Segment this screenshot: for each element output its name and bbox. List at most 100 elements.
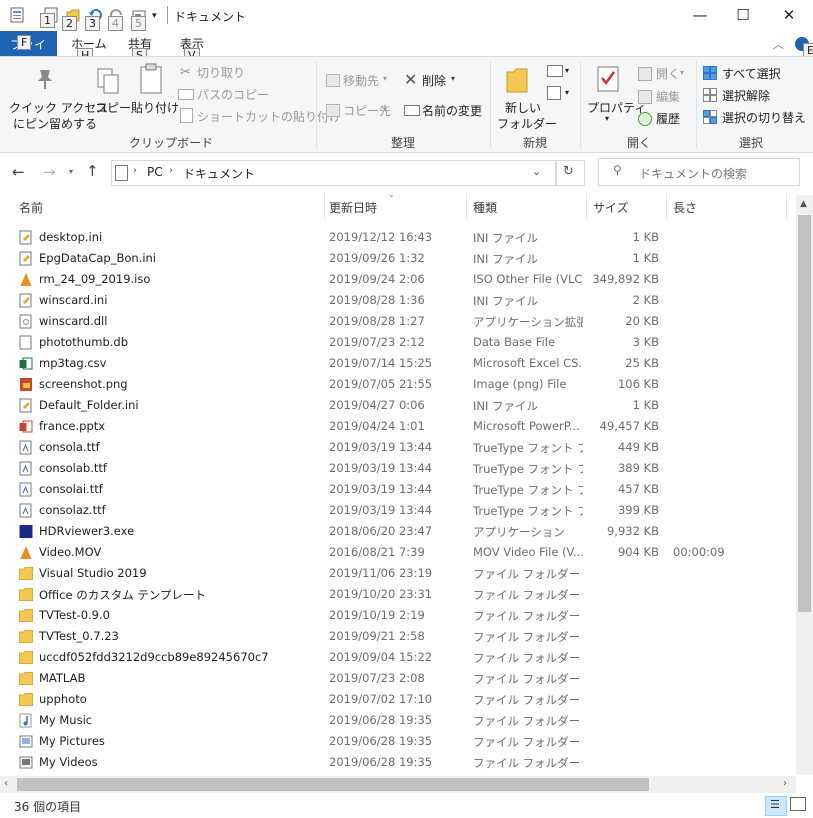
cut-button[interactable]: 切り取り: [197, 64, 245, 81]
file-row[interactable]: Default_Folder.ini 2019/04/27 0:06 INI ファイ…: [0, 395, 796, 416]
horizontal-scrollbar[interactable]: ‹ ›: [0, 776, 796, 793]
file-name[interactable]: winscard.ini: [39, 293, 324, 307]
delete-dropdown-icon[interactable]: ▾: [451, 74, 455, 83]
folder-properties-icon[interactable]: [10, 7, 24, 23]
file-row[interactable]: EpgDataCap_Bon.ini 2019/09/26 1:32 INI ファイ…: [0, 248, 796, 269]
scroll-up-icon[interactable]: ▲: [800, 199, 807, 209]
file-name[interactable]: consolaz.ttf: [39, 503, 324, 517]
file-row[interactable]: consolab.ttf 2019/03/19 13:44 TrueType フォン…: [0, 458, 796, 479]
column-divider[interactable]: [586, 193, 587, 219]
select-none-button[interactable]: 選択解除: [722, 87, 770, 104]
file-name[interactable]: uccdf052fdd3212d9ccb89e89245670c7: [39, 650, 324, 664]
move-to-button[interactable]: 移動先: [343, 72, 379, 89]
folder-row[interactable]: upphoto 2019/07/02 17:10 ファイル フォルダー: [0, 689, 796, 710]
copy-button[interactable]: コピー: [95, 99, 131, 116]
file-name[interactable]: Visual Studio 2019: [39, 566, 324, 580]
file-row[interactable]: desktop.ini 2019/12/12 16:43 INI ファイル 1 KB: [0, 227, 796, 248]
forward-icon[interactable]: →: [43, 163, 56, 181]
new-folder-label-1[interactable]: 新しい: [505, 99, 541, 116]
paste-button[interactable]: 貼り付け: [131, 99, 179, 116]
new-folder-label-2[interactable]: フォルダー: [497, 115, 557, 132]
file-name[interactable]: Video.MOV: [39, 545, 324, 559]
refresh-button[interactable]: ↻: [555, 160, 585, 186]
file-name[interactable]: upphoto: [39, 692, 324, 706]
file-name[interactable]: My Pictures: [39, 734, 324, 748]
column-divider[interactable]: [324, 193, 325, 219]
file-name[interactable]: photothumb.db: [39, 335, 324, 349]
address-bar[interactable]: › PC › ドキュメント ⌄: [111, 160, 557, 186]
folder-row[interactable]: TVTest_0.7.23 2019/09/21 2:58 ファイル フォルダー: [0, 626, 796, 647]
address-history-chevron-down-icon[interactable]: ⌄: [532, 165, 541, 178]
properties-dropdown-icon[interactable]: ▾: [605, 114, 609, 123]
back-icon[interactable]: ←: [12, 163, 25, 181]
file-name[interactable]: desktop.ini: [39, 230, 324, 244]
rename-button[interactable]: 名前の変更: [422, 102, 482, 119]
file-row[interactable]: mp3tag.csv 2019/07/14 15:25 Microsoft Exce…: [0, 353, 796, 374]
copy-path-button[interactable]: パスのコピー: [197, 86, 269, 103]
new-item-icon[interactable]: [547, 65, 563, 77]
recent-locations-icon[interactable]: ▾: [69, 167, 73, 176]
column-header-length[interactable]: 長さ: [673, 199, 697, 216]
file-name[interactable]: consolai.ttf: [39, 482, 324, 496]
file-row[interactable]: consolaz.ttf 2019/03/19 13:44 TrueType フォン…: [0, 500, 796, 521]
file-name[interactable]: Office のカスタム テンプレート: [39, 587, 324, 603]
edit-button[interactable]: 編集: [656, 88, 680, 105]
column-divider[interactable]: [786, 193, 787, 219]
search-box[interactable]: ⚲ ドキュメントの検索: [598, 158, 800, 186]
open-button[interactable]: 開く: [656, 65, 680, 82]
move-to-dropdown-icon[interactable]: ▾: [383, 74, 387, 83]
column-divider[interactable]: [466, 193, 467, 219]
minimize-button[interactable]: —: [677, 0, 723, 31]
search-input[interactable]: ドキュメントの検索: [639, 165, 747, 182]
vertical-scroll-thumb[interactable]: [798, 215, 811, 612]
file-row[interactable]: My Music 2019/06/28 19:35 ファイル フォルダー: [0, 710, 796, 731]
file-name[interactable]: MATLAB: [39, 671, 324, 685]
file-row[interactable]: My Pictures 2019/06/28 19:35 ファイル フォルダー: [0, 731, 796, 752]
folder-row[interactable]: uccdf052fdd3212d9ccb89e89245670c7 2019/09…: [0, 647, 796, 668]
file-row[interactable]: photothumb.db 2019/07/23 2:12 Data Base Fi…: [0, 332, 796, 353]
file-row[interactable]: HDRviewer3.exe 2018/06/20 23:47 アプリケーション 9,…: [0, 521, 796, 542]
collapse-ribbon-icon[interactable]: ︿: [773, 36, 784, 52]
file-name[interactable]: EpgDataCap_Bon.ini: [39, 251, 324, 265]
file-row[interactable]: winscard.dll 2019/08/28 1:27 アプリケーション拡張 20 …: [0, 311, 796, 332]
customize-quick-access-icon[interactable]: ▾: [152, 11, 157, 21]
easy-access-dropdown-icon[interactable]: ▾: [565, 88, 569, 97]
file-name[interactable]: winscard.dll: [39, 314, 324, 328]
file-name[interactable]: mp3tag.csv: [39, 356, 324, 370]
folder-row[interactable]: Office のカスタム テンプレート 2019/10/20 23:31 ファイル …: [0, 584, 796, 605]
vertical-scrollbar[interactable]: ▲: [796, 195, 813, 775]
column-header-name[interactable]: 名前: [19, 199, 43, 216]
file-name[interactable]: My Music: [39, 713, 324, 727]
up-icon[interactable]: ↑: [86, 162, 99, 180]
file-name[interactable]: My Videos: [39, 755, 324, 769]
file-name[interactable]: screenshot.png: [39, 377, 324, 391]
column-header-type[interactable]: 種類: [473, 199, 497, 216]
select-all-button[interactable]: すべて選択: [722, 65, 781, 82]
invert-selection-button[interactable]: 選択の切り替え: [722, 109, 806, 126]
open-dropdown-icon[interactable]: ▾: [680, 68, 684, 77]
tab-file[interactable]: ファイル F: [0, 31, 57, 69]
file-name[interactable]: TVTest_0.7.23: [39, 629, 324, 643]
file-row[interactable]: rm_24_09_2019.iso 2019/09/24 2:06 ISO Othe…: [0, 269, 796, 290]
file-name[interactable]: rm_24_09_2019.iso: [39, 272, 324, 286]
horizontal-scroll-thumb[interactable]: [17, 778, 649, 791]
breadcrumb-documents[interactable]: ドキュメント: [183, 165, 255, 182]
close-button[interactable]: ✕: [766, 0, 812, 31]
folder-row[interactable]: TVTest-0.9.0 2019/10/19 2:19 ファイル フォルダー: [0, 605, 796, 626]
file-row[interactable]: My Videos 2019/06/28 19:35 ファイル フォルダー: [0, 752, 796, 773]
file-name[interactable]: TVTest-0.9.0: [39, 608, 324, 622]
copy-to-dropdown-icon[interactable]: ▾: [383, 105, 387, 114]
breadcrumb-pc[interactable]: PC: [147, 165, 163, 179]
file-name[interactable]: consolab.ttf: [39, 461, 324, 475]
file-name[interactable]: france.pptx: [39, 419, 324, 433]
file-row[interactable]: Video.MOV 2016/08/21 7:39 MOV Video File (…: [0, 542, 796, 563]
file-name[interactable]: Default_Folder.ini: [39, 398, 324, 412]
file-row[interactable]: france.pptx 2019/04/24 1:01 Microsoft Powe…: [0, 416, 796, 437]
file-row[interactable]: winscard.ini 2019/08/28 1:36 INI ファイル 2 KB: [0, 290, 796, 311]
scroll-right-icon[interactable]: ›: [783, 778, 787, 789]
column-header-date[interactable]: 更新日時: [329, 199, 377, 216]
pin-quick-access-label-1[interactable]: クイック アクセス: [9, 99, 108, 116]
file-row[interactable]: consola.ttf 2019/03/19 13:44 TrueType フォント…: [0, 437, 796, 458]
new-item-dropdown-icon[interactable]: ▾: [565, 66, 569, 75]
folder-row[interactable]: MATLAB 2019/07/23 2:08 ファイル フォルダー: [0, 668, 796, 689]
